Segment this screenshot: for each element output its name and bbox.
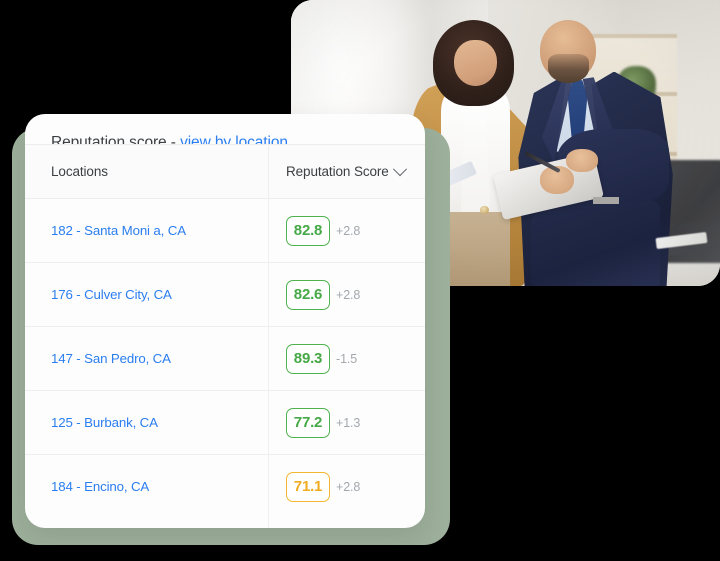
location-link[interactable]: 184 - Encino, CA — [51, 479, 149, 494]
table-row[interactable]: 176 - Culver City, CA 82.6 +2.8 — [25, 263, 425, 327]
table-row[interactable]: 125 - Burbank, CA 77.2 +1.3 — [25, 391, 425, 455]
table-header-row: Locations Reputation Score — [25, 144, 425, 199]
score-delta: -1.5 — [336, 351, 358, 366]
table-row[interactable]: 182 - Santa Moni a, CA 82.8 +2.8 — [25, 199, 425, 263]
table-header-reputation-score[interactable]: Reputation Score — [268, 161, 425, 179]
location-cell: 184 - Encino, CA — [25, 478, 268, 496]
location-cell: 182 - Santa Moni a, CA — [25, 222, 268, 240]
location-link[interactable]: 176 - Culver City, CA — [51, 287, 172, 302]
location-link[interactable]: 147 - San Pedro, CA — [51, 351, 171, 366]
reputation-score-column-label: Reputation Score — [286, 164, 389, 179]
location-cell: 176 - Culver City, CA — [25, 286, 268, 304]
score-badge: 82.8 — [286, 215, 330, 246]
locations-column-label: Locations — [51, 163, 108, 179]
score-cell: 82.8 +2.8 — [268, 215, 425, 246]
score-badge: 77.2 — [286, 407, 330, 438]
card-title: Reputation score - view by location — [25, 114, 425, 151]
score-cell: 71.1 +2.8 — [268, 471, 425, 502]
score-delta: +2.8 — [336, 287, 361, 302]
table-row[interactable]: 184 - Encino, CA 71.1 +2.8 — [25, 455, 425, 518]
location-link[interactable]: 182 - Santa Moni a, CA — [51, 223, 186, 238]
location-cell: 147 - San Pedro, CA — [25, 350, 268, 368]
score-badge: 71.1 — [286, 471, 330, 502]
table-body: 182 - Santa Moni a, CA 82.8 +2.8 176 - Culv… — [25, 199, 425, 518]
score-delta: +2.8 — [336, 479, 361, 494]
table-row[interactable]: 147 - San Pedro, CA 89.3 -1.5 — [25, 327, 425, 391]
score-delta: +1.3 — [336, 415, 361, 430]
score-cell: 89.3 -1.5 — [268, 343, 425, 374]
score-delta: +2.8 — [336, 223, 361, 238]
reputation-score-card: Reputation score - view by location Loca… — [25, 114, 425, 528]
location-link[interactable]: 125 - Burbank, CA — [51, 415, 158, 430]
score-cell: 82.6 +2.8 — [268, 279, 425, 310]
location-cell: 125 - Burbank, CA — [25, 414, 268, 432]
score-badge: 82.6 — [286, 279, 330, 310]
page-stage: Reputation score - view by location Loca… — [0, 0, 720, 561]
chevron-down-icon[interactable] — [392, 161, 407, 176]
table-header-locations: Locations — [25, 163, 268, 181]
score-badge: 89.3 — [286, 343, 330, 374]
score-cell: 77.2 +1.3 — [268, 407, 425, 438]
